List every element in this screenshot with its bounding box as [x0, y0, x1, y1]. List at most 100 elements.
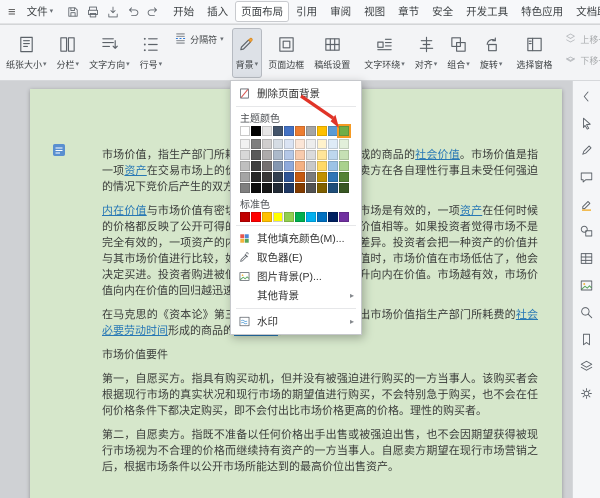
- color-swatch[interactable]: [317, 126, 327, 136]
- color-swatch[interactable]: [240, 126, 250, 136]
- group-button[interactable]: 组合▾: [443, 28, 474, 78]
- color-swatch[interactable]: [339, 139, 349, 149]
- image-icon[interactable]: [578, 277, 595, 294]
- color-swatch[interactable]: [273, 126, 283, 136]
- tab-view[interactable]: 视图: [358, 1, 391, 22]
- color-swatch[interactable]: [262, 212, 272, 222]
- color-swatch[interactable]: [328, 183, 338, 193]
- color-swatch[interactable]: [295, 212, 305, 222]
- bookmark-icon[interactable]: [578, 331, 595, 348]
- tab-review[interactable]: 审阅: [324, 1, 357, 22]
- text-wrap-button[interactable]: 文字环绕▾: [360, 28, 409, 78]
- text-direction-button[interactable]: 文字方向▾: [85, 28, 134, 78]
- tab-dev-tools[interactable]: 开发工具: [460, 1, 514, 22]
- color-swatch[interactable]: [295, 172, 305, 182]
- highlighter-icon[interactable]: [578, 196, 595, 213]
- color-swatch[interactable]: [328, 161, 338, 171]
- color-swatch[interactable]: [328, 126, 338, 136]
- color-swatch[interactable]: [240, 172, 250, 182]
- color-swatch[interactable]: [295, 183, 305, 193]
- color-swatch[interactable]: [240, 150, 250, 160]
- color-swatch[interactable]: [262, 161, 272, 171]
- color-swatch[interactable]: [295, 126, 305, 136]
- color-swatch[interactable]: [262, 172, 272, 182]
- color-swatch[interactable]: [284, 150, 294, 160]
- color-swatch[interactable]: [251, 161, 261, 171]
- color-swatch[interactable]: [306, 139, 316, 149]
- color-swatch[interactable]: [284, 183, 294, 193]
- tab-special-features[interactable]: 特色应用: [515, 1, 569, 22]
- color-swatch[interactable]: [273, 150, 283, 160]
- color-swatch[interactable]: [240, 139, 250, 149]
- color-swatch[interactable]: [284, 161, 294, 171]
- select-cursor-icon[interactable]: [578, 115, 595, 132]
- tab-doc-assistant[interactable]: 文档助手: [570, 1, 600, 22]
- redo-icon[interactable]: [144, 3, 161, 20]
- layers-icon[interactable]: [578, 358, 595, 375]
- color-swatch[interactable]: [284, 212, 294, 222]
- file-menu[interactable]: 文件 ▾: [22, 2, 59, 21]
- page-border-button[interactable]: 页面边框: [264, 28, 308, 78]
- line-number-button[interactable]: 行号▾: [136, 28, 167, 78]
- hyperlink[interactable]: 资产: [124, 165, 146, 177]
- print-icon[interactable]: [84, 3, 101, 20]
- tab-insert[interactable]: 插入: [201, 1, 234, 22]
- color-swatch[interactable]: [240, 183, 250, 193]
- tab-section[interactable]: 章节: [392, 1, 425, 22]
- manuscript-settings-button[interactable]: 稿纸设置: [310, 28, 354, 78]
- color-swatch[interactable]: [295, 150, 305, 160]
- export-icon[interactable]: [104, 3, 121, 20]
- color-swatch[interactable]: [339, 126, 349, 136]
- color-swatch[interactable]: [273, 161, 283, 171]
- remove-page-background-item[interactable]: 删除页面背景: [231, 84, 361, 103]
- color-swatch[interactable]: [317, 139, 327, 149]
- color-swatch[interactable]: [251, 139, 261, 149]
- color-swatch[interactable]: [306, 150, 316, 160]
- send-backward-button[interactable]: 下移一层▾: [562, 52, 600, 69]
- color-swatch[interactable]: [284, 126, 294, 136]
- color-swatch[interactable]: [317, 161, 327, 171]
- paper-size-button[interactable]: 纸张大小▾: [2, 28, 51, 78]
- tab-home[interactable]: 开始: [167, 1, 200, 22]
- color-swatch[interactable]: [306, 212, 316, 222]
- color-swatch[interactable]: [284, 172, 294, 182]
- color-swatch[interactable]: [295, 161, 305, 171]
- color-swatch[interactable]: [273, 172, 283, 182]
- eyedropper-item[interactable]: 取色器(E): [231, 248, 361, 267]
- selection-pane-button[interactable]: 选择窗格: [512, 28, 556, 78]
- more-background-item[interactable]: 其他背景▸: [231, 286, 361, 305]
- color-swatch[interactable]: [339, 212, 349, 222]
- hyperlink[interactable]: 资产: [460, 205, 482, 217]
- color-swatch[interactable]: [328, 212, 338, 222]
- color-swatch[interactable]: [273, 183, 283, 193]
- color-swatch[interactable]: [262, 139, 272, 149]
- color-swatch[interactable]: [339, 150, 349, 160]
- color-swatch[interactable]: [251, 183, 261, 193]
- color-swatch[interactable]: [240, 212, 250, 222]
- color-swatch[interactable]: [328, 139, 338, 149]
- columns-button[interactable]: 分栏▾: [53, 28, 84, 78]
- color-swatch[interactable]: [306, 183, 316, 193]
- align-button[interactable]: 对齐▾: [411, 28, 442, 78]
- bring-forward-button[interactable]: 上移一层▾: [562, 31, 600, 48]
- table-icon[interactable]: [578, 250, 595, 267]
- edit-pen-icon[interactable]: [578, 142, 595, 159]
- color-swatch[interactable]: [317, 183, 327, 193]
- color-swatch[interactable]: [317, 172, 327, 182]
- color-swatch[interactable]: [251, 212, 261, 222]
- tab-security[interactable]: 安全: [426, 1, 459, 22]
- settings-gear-icon[interactable]: [578, 385, 595, 402]
- undo-icon[interactable]: [124, 3, 141, 20]
- color-swatch[interactable]: [262, 183, 272, 193]
- watermark-item[interactable]: 水印▸: [231, 312, 361, 331]
- shapes-icon[interactable]: [578, 223, 595, 240]
- hamburger-icon[interactable]: ≡: [4, 4, 20, 19]
- tab-page-layout[interactable]: 页面布局: [235, 1, 289, 22]
- comment-icon[interactable]: [578, 169, 595, 186]
- color-swatch[interactable]: [328, 150, 338, 160]
- hyperlink[interactable]: 社会价值: [415, 149, 460, 161]
- color-swatch[interactable]: [273, 139, 283, 149]
- color-swatch[interactable]: [306, 161, 316, 171]
- proofread-marker-icon[interactable]: [52, 143, 66, 157]
- color-swatch[interactable]: [273, 212, 283, 222]
